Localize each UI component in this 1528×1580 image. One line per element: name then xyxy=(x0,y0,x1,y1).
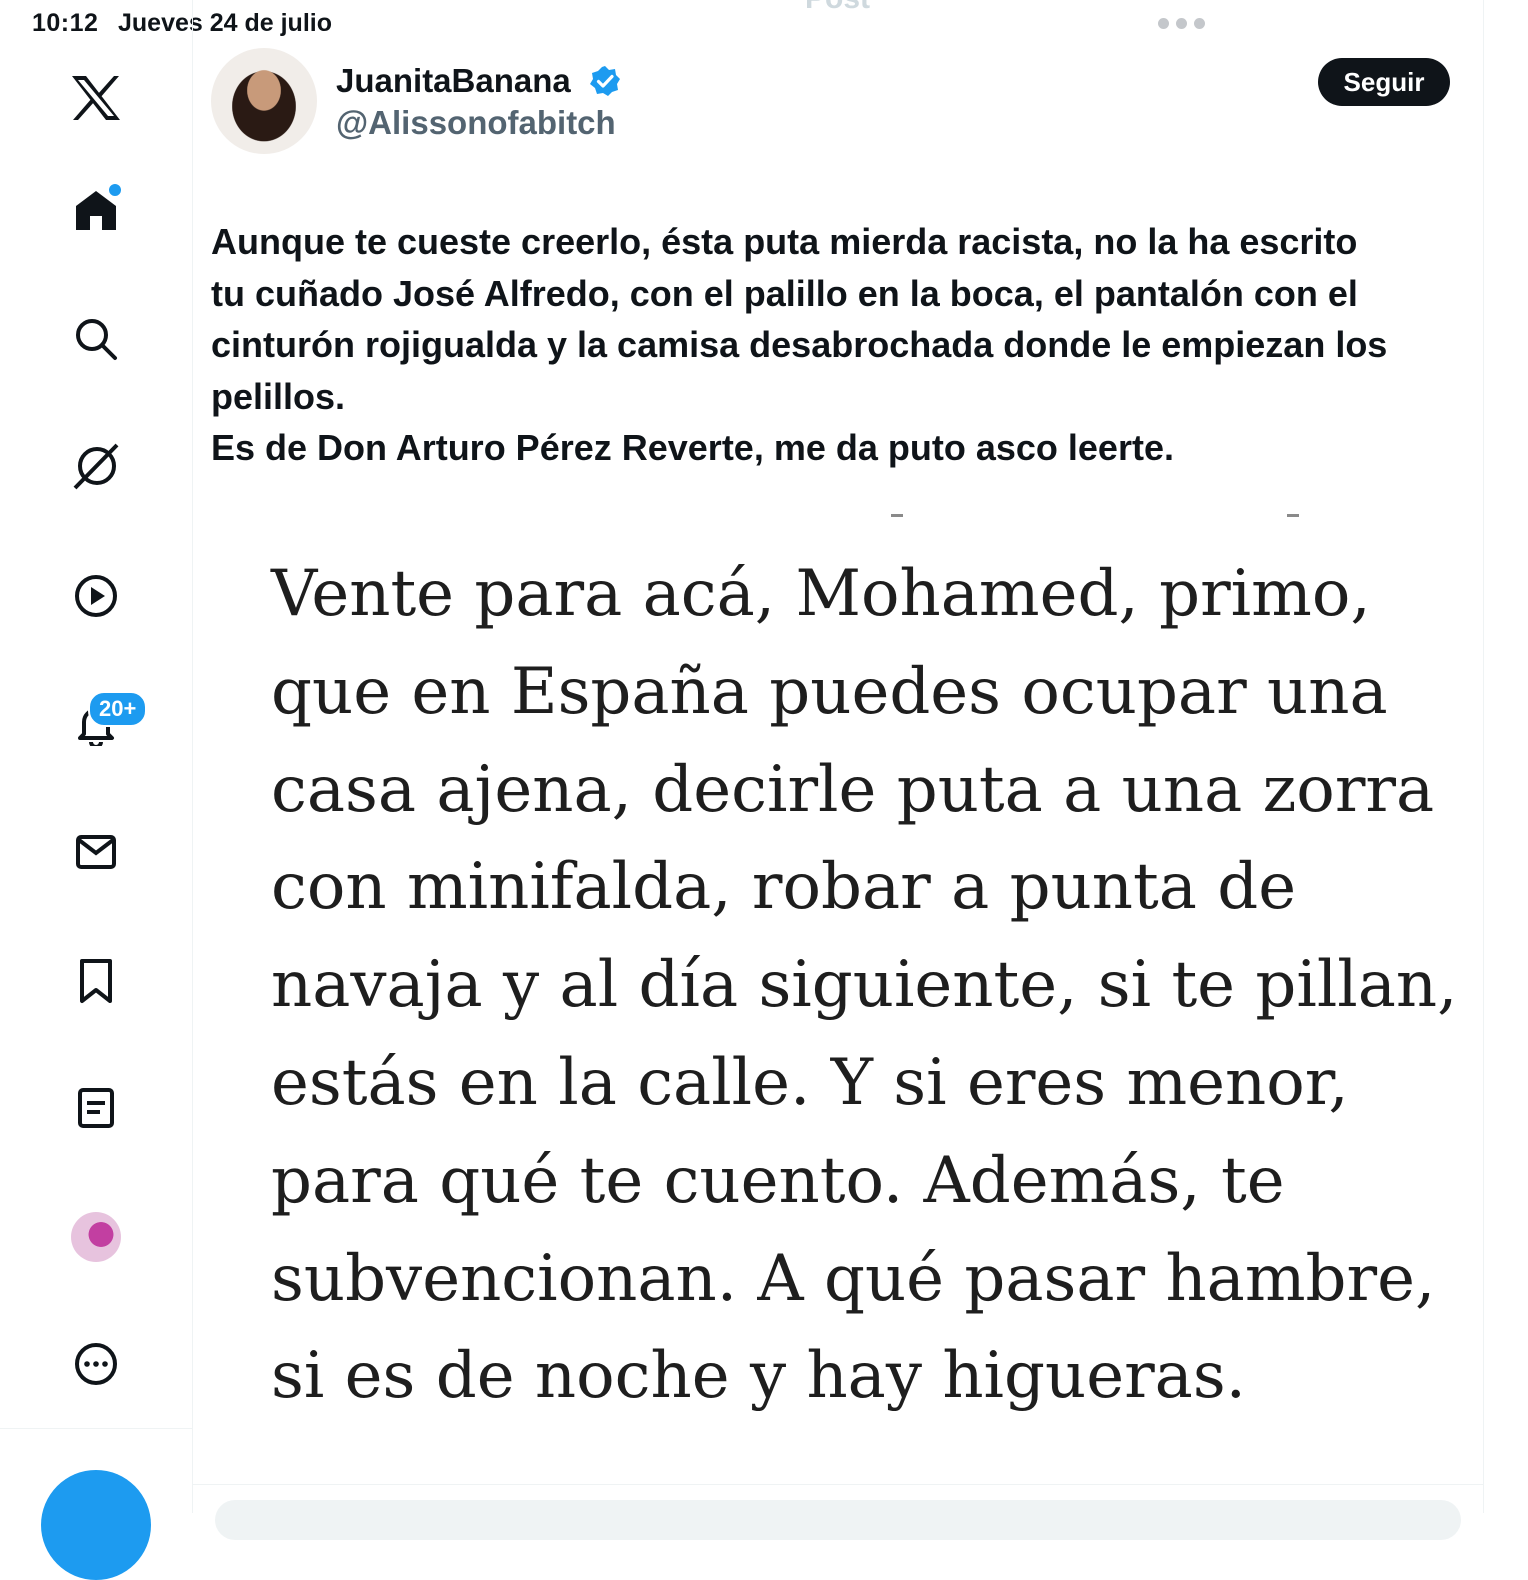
media-quote-text: Vente para acá, Mohamed, primo, que en E… xyxy=(271,546,1458,1426)
video-icon[interactable] xyxy=(60,560,132,632)
author-avatar[interactable] xyxy=(211,48,317,154)
author-display-name[interactable]: JuanitaBanana xyxy=(336,62,571,100)
reply-input[interactable] xyxy=(215,1500,1461,1540)
quote-line: estás en la calle. Y si eres menor, xyxy=(271,1045,1349,1120)
divider xyxy=(193,1484,1483,1485)
quote-line: subvencionan. A qué pasar hambre, xyxy=(271,1241,1436,1316)
sidebar-nav: 20+ xyxy=(0,0,193,1580)
home-unread-dot xyxy=(107,182,123,198)
tweet-media-image[interactable]: Vente para acá, Mohamed, primo, que en E… xyxy=(211,496,1461,1446)
x-logo-icon[interactable] xyxy=(60,62,132,134)
page-title: Post xyxy=(805,0,870,16)
media-crop-edge xyxy=(211,514,1461,520)
bookmarks-icon[interactable] xyxy=(60,945,132,1017)
profile-avatar[interactable] xyxy=(71,1212,121,1262)
follow-button[interactable]: Seguir xyxy=(1318,58,1450,106)
tweet-text: Aunque te cueste creerlo, ésta puta mier… xyxy=(211,221,1388,468)
sidebar-divider xyxy=(0,1428,192,1429)
quote-line: casa ajena, decirle puta a una zorra xyxy=(271,752,1435,827)
search-icon[interactable] xyxy=(60,303,132,375)
messages-icon[interactable] xyxy=(60,816,132,888)
notifications-badge: 20+ xyxy=(88,691,148,727)
quote-line: si es de noche y hay higueras. xyxy=(271,1339,1246,1414)
quote-line: con minifalda, robar a punta de xyxy=(271,850,1297,925)
more-icon[interactable] xyxy=(60,1328,132,1400)
verified-badge-icon xyxy=(589,65,621,102)
grok-icon[interactable] xyxy=(60,431,132,503)
quote-line: Vente para acá, Mohamed, primo, xyxy=(271,557,1371,631)
lists-icon[interactable] xyxy=(60,1072,132,1144)
quote-line: navaja y al día siguiente, si te pillan, xyxy=(271,948,1458,1023)
quote-line: para qué te cuento. Además, te xyxy=(271,1143,1285,1218)
compose-button[interactable] xyxy=(41,1470,151,1580)
post-detail: Post JuanitaBanana @Alissonofabitch Segu… xyxy=(193,0,1484,1540)
author-handle[interactable]: @Alissonofabitch xyxy=(336,104,616,142)
quote-line: que en España puedes ocupar una xyxy=(271,654,1388,729)
